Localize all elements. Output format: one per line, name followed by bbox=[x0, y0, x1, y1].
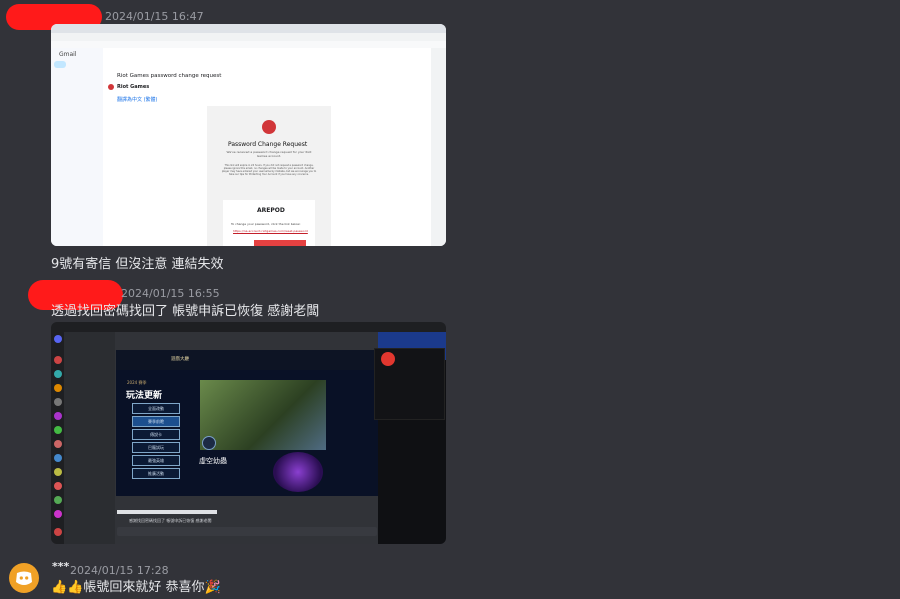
server-icon bbox=[54, 356, 62, 364]
translate-bar: 翻譯為中文 (繁體) bbox=[117, 97, 158, 103]
server-icon bbox=[54, 384, 62, 392]
email-sender: Riot Games bbox=[117, 84, 150, 90]
author-name[interactable]: *** bbox=[52, 560, 69, 573]
message-text: 透過找回密碼找回了 帳號申訴已恢復 感謝老闆 bbox=[51, 304, 320, 319]
server-icon bbox=[54, 426, 62, 434]
card-body-1: We've received a password change request… bbox=[226, 150, 312, 158]
gmail-right-rail bbox=[431, 48, 446, 246]
discord-icon bbox=[16, 571, 32, 585]
message-timestamp: 2024/01/15 16:55 bbox=[121, 287, 220, 300]
server-icon bbox=[54, 510, 62, 518]
game-season-label: 2024 賽季 bbox=[127, 380, 147, 385]
reset-text: To change your password, click the link … bbox=[231, 222, 301, 226]
reset-link[interactable]: https://na.account.riotgames.com/reset-p… bbox=[233, 229, 308, 233]
game-menu-item[interactable]: 全面改動 bbox=[132, 403, 180, 414]
video-subtitle: 虛空幼蟲 bbox=[199, 457, 227, 465]
server-icon bbox=[54, 454, 62, 462]
gmail-logo-text: Gmail bbox=[59, 51, 77, 58]
discord-titlebar bbox=[51, 322, 446, 332]
game-menu-item[interactable]: 賽季前瞻 bbox=[132, 416, 180, 427]
server-icon bbox=[54, 468, 62, 476]
game-header bbox=[116, 350, 378, 370]
server-icon bbox=[54, 528, 62, 536]
pause-icon[interactable] bbox=[202, 436, 216, 450]
bookmarks-bar bbox=[51, 41, 446, 48]
browser-address-bar bbox=[51, 33, 446, 41]
browser-tabs bbox=[51, 24, 446, 33]
game-title: 玩法更新 bbox=[126, 391, 163, 401]
sender-avatar-icon bbox=[108, 84, 114, 90]
game-menu-item[interactable]: 最強英雄 bbox=[132, 455, 180, 466]
avatar[interactable] bbox=[9, 563, 39, 593]
game-header-label: 遊戲大廳 bbox=[171, 357, 189, 362]
server-icon bbox=[54, 370, 62, 378]
message-text: 👍👍帳號回來就好 恭喜你🎉 bbox=[51, 580, 221, 595]
chat-divider bbox=[117, 510, 217, 514]
card-body-2: This link will expire in 24 hours. If yo… bbox=[221, 164, 317, 176]
server-icon bbox=[54, 412, 62, 420]
discord-home-icon bbox=[54, 335, 62, 343]
discord-screenshot-attachment[interactable]: 遊戲大廳 2024 賽季 玩法更新 全面改動 賽季前瞻 傳說卡 巴龍試玩 最強英… bbox=[51, 322, 446, 544]
message-timestamp: 2024/01/15 16:47 bbox=[105, 10, 204, 23]
gmail-screenshot-attachment[interactable]: Gmail Riot Games password change request… bbox=[51, 24, 446, 246]
champion-art bbox=[273, 452, 323, 492]
server-icon bbox=[54, 440, 62, 448]
email-subject: Riot Games password change request bbox=[117, 73, 222, 79]
message-text: 9號有寄信 但沒注意 連結失效 bbox=[51, 257, 224, 272]
username-label: AREPOD bbox=[257, 207, 285, 214]
riot-logo-icon bbox=[262, 120, 276, 134]
chat-input[interactable] bbox=[117, 527, 377, 536]
card-heading: Password Change Request bbox=[228, 141, 308, 148]
redaction-line bbox=[254, 240, 306, 246]
game-menu-item[interactable]: 傳說卡 bbox=[132, 429, 180, 440]
server-icon bbox=[54, 482, 62, 490]
game-menu-item[interactable]: 巴龍試玩 bbox=[132, 442, 180, 453]
game-menu-item[interactable]: 推廣活動 bbox=[132, 468, 180, 479]
chat-message: 感謝找回密碼找回了 帳號申訴已恢復 感謝老闆 bbox=[129, 518, 212, 523]
compose-icon bbox=[54, 61, 66, 68]
server-icon bbox=[54, 398, 62, 406]
game-video[interactable] bbox=[200, 380, 326, 450]
gmail-sidebar bbox=[51, 48, 103, 246]
discord-logo-icon bbox=[381, 352, 395, 366]
server-icon bbox=[54, 496, 62, 504]
channel-list bbox=[64, 332, 115, 544]
